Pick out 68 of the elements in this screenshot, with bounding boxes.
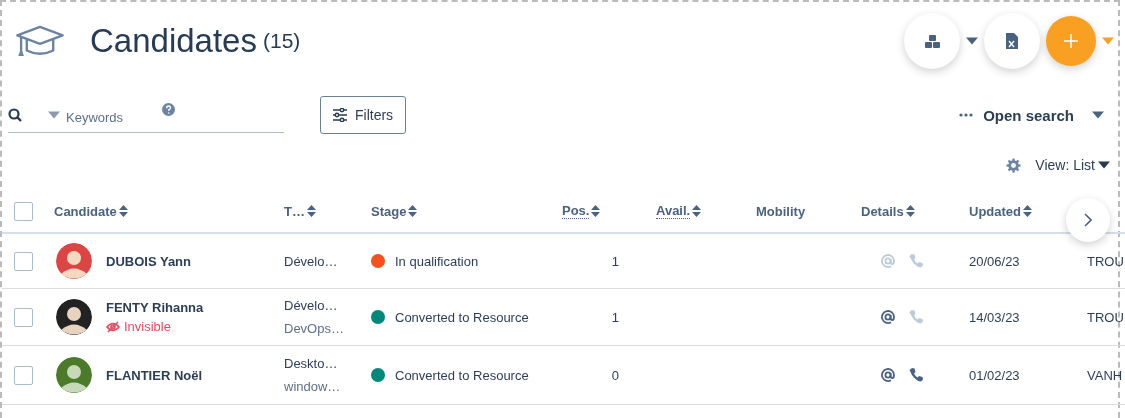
- sort-icon[interactable]: [905, 205, 915, 217]
- column-header[interactable]: T…: [284, 203, 305, 219]
- email-icon[interactable]: [881, 310, 895, 324]
- avatar: [56, 357, 92, 393]
- column-header[interactable]: Stage: [371, 203, 407, 219]
- view-dropdown[interactable]: View: List: [1035, 157, 1110, 173]
- caret-icon: [1098, 161, 1110, 169]
- page-title: Candidates: [90, 22, 257, 60]
- sort-icon[interactable]: [408, 205, 418, 217]
- sort-icon[interactable]: [1023, 205, 1032, 217]
- plus-icon: [1064, 34, 1078, 48]
- caret-icon[interactable]: [966, 37, 978, 45]
- help-icon[interactable]: [162, 103, 175, 116]
- avatar: [56, 243, 92, 279]
- sort-icon[interactable]: [692, 205, 702, 217]
- table-cell: VANH: [1087, 367, 1123, 383]
- table-cell: TROU: [1087, 253, 1124, 269]
- candidate-name[interactable]: FLANTIER Noël: [106, 367, 203, 383]
- table-cell: 0: [611, 367, 619, 383]
- sort-icon[interactable]: [306, 205, 316, 217]
- table-cell: 14/03/23: [969, 309, 1020, 325]
- graduation-cap-icon: [14, 24, 66, 58]
- column-header[interactable]: Candidate: [54, 203, 117, 219]
- export-button[interactable]: [984, 13, 1040, 69]
- table-cell: 01/02/23: [969, 367, 1020, 383]
- settings-icon[interactable]: [1006, 157, 1022, 173]
- table-cell: TROU: [1087, 309, 1124, 325]
- candidate-name[interactable]: FENTY Rihanna: [106, 300, 204, 315]
- sort-icon[interactable]: [118, 205, 128, 217]
- stage-label: Converted to Resource: [395, 309, 529, 325]
- row-checkbox[interactable]: [14, 365, 33, 385]
- avatar: [56, 299, 92, 335]
- table-cell: 20/06/23: [969, 253, 1020, 269]
- select-all-checkbox[interactable]: [14, 201, 33, 221]
- row-checkbox[interactable]: [14, 307, 33, 327]
- table-cell: 1: [611, 309, 619, 325]
- open-search-button[interactable]: Open search: [953, 105, 1110, 125]
- table-cell: Dévelo…: [284, 298, 338, 313]
- filters-button[interactable]: Filters: [320, 96, 407, 134]
- sort-icon[interactable]: [591, 205, 601, 217]
- eye-slash-icon: [106, 320, 120, 333]
- candidate-count: (15): [262, 29, 301, 53]
- stage-label: In qualification: [395, 253, 479, 269]
- cubes-button[interactable]: [904, 13, 960, 69]
- table-cell: 1: [611, 253, 619, 269]
- column-header[interactable]: Mobility: [756, 203, 806, 219]
- cubes-icon: [923, 33, 941, 49]
- sliders-icon: [333, 108, 347, 122]
- column-header[interactable]: Updated: [969, 203, 1021, 219]
- stage-label: Converted to Resource: [395, 367, 529, 383]
- search-icon: [8, 107, 22, 122]
- email-icon[interactable]: [881, 368, 895, 382]
- table-cell: Dévelo…: [284, 253, 338, 269]
- row-checkbox[interactable]: [14, 251, 33, 271]
- table-cell: Deskto…: [284, 356, 338, 371]
- caret-icon: [1092, 111, 1104, 119]
- column-header[interactable]: Details: [861, 203, 904, 219]
- phone-icon[interactable]: [909, 368, 923, 382]
- more-icon: [959, 113, 974, 117]
- chevron-right-icon: [1084, 213, 1092, 227]
- column-header[interactable]: Avail.: [656, 203, 691, 219]
- column-header[interactable]: Pos.: [562, 203, 590, 219]
- invisible-label: Invisible: [106, 319, 204, 334]
- caret-icon: [48, 110, 60, 119]
- table-cell: window…: [284, 379, 341, 394]
- table-cell: DevOps…: [284, 321, 344, 336]
- spreadsheet-file-icon: [1006, 33, 1018, 49]
- candidate-name[interactable]: DUBOIS Yann: [106, 253, 191, 269]
